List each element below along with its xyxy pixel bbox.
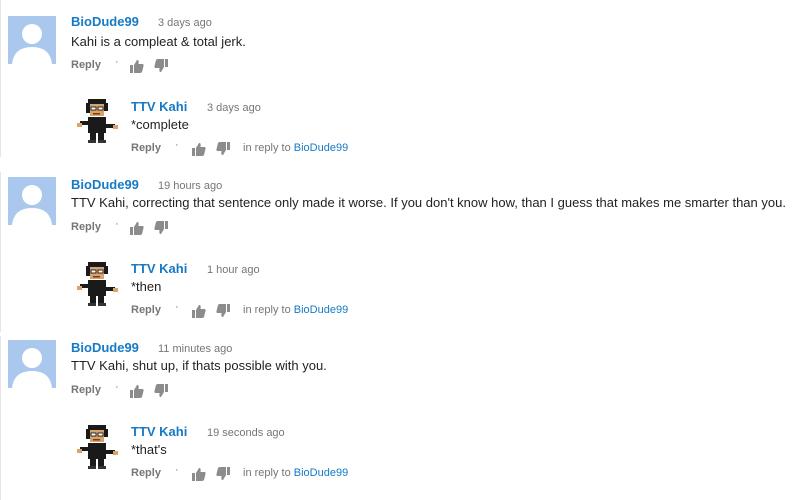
thumbs-down-icon[interactable] bbox=[215, 141, 231, 157]
comment-author[interactable]: TTV Kahi bbox=[131, 424, 187, 439]
in-reply-to: in reply to BioDude99 bbox=[243, 142, 348, 154]
comment-time[interactable]: 19 hours ago bbox=[158, 180, 222, 192]
reply-button[interactable]: Reply bbox=[71, 384, 101, 396]
reply-button[interactable]: Reply bbox=[71, 59, 101, 71]
comment-actions: Reply · in reply to BioDude99 bbox=[131, 139, 391, 157]
comment-text: TTV Kahi, shut up, if thats possible wit… bbox=[71, 358, 327, 373]
separator-dot: · bbox=[175, 464, 179, 476]
in-reply-to: in reply to BioDude99 bbox=[243, 304, 348, 316]
in-reply-prefix: in reply to bbox=[243, 304, 291, 316]
separator-dot: · bbox=[115, 381, 119, 393]
comment-time[interactable]: 1 hour ago bbox=[207, 264, 260, 276]
comment-actions: Reply · bbox=[71, 56, 271, 74]
comment-time[interactable]: 11 minutes ago bbox=[158, 343, 232, 355]
separator-dot: · bbox=[175, 139, 179, 151]
pixel-avatar[interactable] bbox=[74, 422, 122, 470]
default-avatar[interactable] bbox=[8, 177, 56, 225]
comment-text: *that's bbox=[131, 442, 167, 457]
comment-text: *then bbox=[131, 279, 162, 294]
comment-actions: Reply · bbox=[71, 218, 271, 236]
separator-dot: · bbox=[115, 218, 119, 230]
in-reply-to-link[interactable]: BioDude99 bbox=[294, 304, 348, 316]
comment-actions: Reply · bbox=[71, 381, 271, 399]
thumbs-up-icon[interactable] bbox=[129, 220, 145, 236]
in-reply-prefix: in reply to bbox=[243, 142, 291, 154]
thumbs-down-icon[interactable] bbox=[215, 466, 231, 482]
thread-line bbox=[0, 0, 1, 157]
thumbs-down-icon[interactable] bbox=[153, 383, 169, 399]
pixel-avatar[interactable] bbox=[74, 96, 122, 144]
reply-button[interactable]: Reply bbox=[131, 304, 161, 316]
comment-author[interactable]: TTV Kahi bbox=[131, 261, 187, 276]
in-reply-to-link[interactable]: BioDude99 bbox=[294, 142, 348, 154]
pixel-avatar[interactable] bbox=[74, 259, 122, 307]
comment-author[interactable]: BioDude99 bbox=[71, 14, 139, 29]
user-silhouette-icon bbox=[12, 24, 52, 64]
thumbs-up-icon[interactable] bbox=[191, 466, 207, 482]
comment-actions: Reply · in reply to BioDude99 bbox=[131, 464, 391, 482]
user-silhouette-icon bbox=[12, 348, 52, 388]
thumbs-up-icon[interactable] bbox=[191, 303, 207, 319]
reply-button[interactable]: Reply bbox=[131, 467, 161, 479]
thumbs-up-icon[interactable] bbox=[129, 58, 145, 74]
default-avatar[interactable] bbox=[8, 16, 56, 64]
comment-text: TTV Kahi, correcting that sentence only … bbox=[71, 195, 786, 210]
reply-button[interactable]: Reply bbox=[131, 142, 161, 154]
in-reply-to: in reply to BioDude99 bbox=[243, 467, 348, 479]
comment-author[interactable]: BioDude99 bbox=[71, 340, 139, 355]
thumbs-up-icon[interactable] bbox=[129, 383, 145, 399]
in-reply-prefix: in reply to bbox=[243, 467, 291, 479]
comment-text: Kahi is a compleat & total jerk. bbox=[71, 34, 246, 49]
separator-dot: · bbox=[115, 56, 119, 68]
separator-dot: · bbox=[175, 301, 179, 313]
user-silhouette-icon bbox=[12, 185, 52, 225]
thumbs-up-icon[interactable] bbox=[191, 141, 207, 157]
comment-time[interactable]: 19 seconds ago bbox=[207, 427, 285, 439]
thread-line bbox=[0, 172, 1, 332]
thread-line bbox=[0, 336, 1, 500]
reply-button[interactable]: Reply bbox=[71, 221, 101, 233]
thumbs-down-icon[interactable] bbox=[153, 58, 169, 74]
comment-author[interactable]: TTV Kahi bbox=[131, 99, 187, 114]
default-avatar[interactable] bbox=[8, 340, 56, 388]
thumbs-down-icon[interactable] bbox=[153, 220, 169, 236]
comment-time[interactable]: 3 days ago bbox=[207, 102, 261, 114]
comment-time[interactable]: 3 days ago bbox=[158, 17, 212, 29]
comment-author[interactable]: BioDude99 bbox=[71, 177, 139, 192]
thumbs-down-icon[interactable] bbox=[215, 303, 231, 319]
comment-actions: Reply · in reply to BioDude99 bbox=[131, 301, 391, 319]
comment-text: *complete bbox=[131, 117, 189, 132]
in-reply-to-link[interactable]: BioDude99 bbox=[294, 467, 348, 479]
